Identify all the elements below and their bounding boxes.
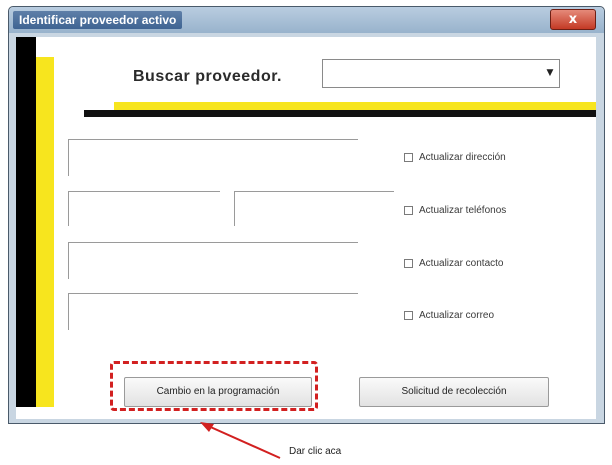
annotation-label: Dar clic aca — [289, 446, 342, 457]
screenshot-stage: Identificar proveedor activo x Buscar pr… — [0, 0, 612, 465]
arrow-icon — [200, 422, 281, 459]
